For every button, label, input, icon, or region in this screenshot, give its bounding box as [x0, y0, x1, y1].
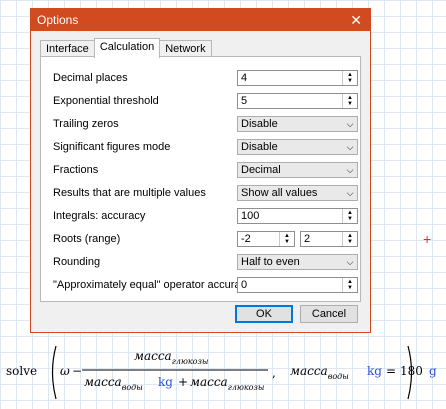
trailing-zeros-select[interactable]: Disable ⌵ [237, 116, 358, 132]
chevron-down-icon[interactable]: ⌵ [343, 188, 357, 199]
setting-row-integrals-accuracy: Integrals: accuracy 100 ▲ ▼ [53, 207, 360, 225]
setting-label: Exponential threshold [53, 95, 159, 107]
spin-arrows-icon[interactable]: ▲ ▼ [342, 209, 357, 223]
roots-max-spinner[interactable]: 2 ▲ ▼ [300, 231, 358, 247]
spin-arrows-icon[interactable]: ▲ ▼ [342, 232, 357, 246]
dialog-title: Options [37, 13, 79, 27]
setting-row-trailing-zeros: Trailing zeros Disable ⌵ [53, 115, 360, 133]
select-value[interactable]: Disable [238, 118, 343, 130]
denominator-var1: масса [84, 375, 122, 389]
setting-label: Rounding [53, 256, 101, 268]
decimal-places-spinner[interactable]: 4 ▲ ▼ [237, 70, 358, 86]
numerator-sub: глюкозы [171, 357, 209, 366]
denominator-term2: массаглюкозы [190, 375, 265, 392]
setting-label: Significant figures mode [53, 141, 171, 153]
numerator-var: масса [134, 349, 172, 363]
select-value[interactable]: Half to even [238, 256, 343, 268]
roots-min-spinner[interactable]: -2 ▲ ▼ [237, 231, 295, 247]
spin-arrows-icon[interactable]: ▲ ▼ [342, 71, 357, 85]
ok-button[interactable]: OK [235, 305, 293, 323]
crosshair-cursor-icon: + [423, 231, 432, 247]
omega-symbol: ω [60, 364, 70, 378]
setting-label: Integrals: accuracy [53, 210, 146, 222]
multiple-values-select[interactable]: Show all values ⌵ [237, 185, 358, 201]
solve-function: solve [6, 364, 38, 378]
setting-row-approx-equal-accuracy: "Approximately equal" operator accuracy … [53, 276, 360, 294]
cancel-button[interactable]: Cancel [300, 305, 358, 323]
close-icon[interactable]: ✕ [350, 12, 362, 29]
tab-network[interactable]: Network [159, 40, 212, 57]
spin-arrows-icon[interactable]: ▲ ▼ [342, 278, 357, 292]
approx-equal-accuracy-spinner[interactable]: 0 ▲ ▼ [237, 277, 358, 293]
setting-label: Fractions [53, 164, 99, 176]
solve-sub: воды [327, 372, 349, 381]
spinner-value[interactable]: 0 [238, 279, 342, 291]
denominator-sub1: воды [121, 383, 143, 392]
solve-variable: массаводы [290, 364, 349, 381]
chevron-down-icon[interactable]: ⌵ [343, 119, 357, 130]
options-dialog: Options ✕ Interface Calculation Network … [30, 8, 371, 333]
comma: , [272, 366, 276, 380]
setting-row-exponential-threshold: Exponential threshold 5 ▲ ▼ [53, 92, 360, 110]
spinner-value[interactable]: 2 [301, 233, 342, 245]
equals-sign: = [386, 364, 397, 378]
solve-formula[interactable]: solve ω − массаглюкозы массаводы kg + ма… [0, 337, 446, 409]
spinner-value[interactable]: 5 [238, 95, 342, 107]
setting-row-decimal-places: Decimal places 4 ▲ ▼ [53, 69, 360, 87]
setting-row-fractions: Fractions Decimal ⌵ [53, 161, 360, 179]
exponential-threshold-spinner[interactable]: 5 ▲ ▼ [237, 93, 358, 109]
numerator: массаглюкозы [134, 349, 209, 366]
select-value[interactable]: Decimal [238, 164, 343, 176]
unit-kg-1: kg [158, 375, 173, 389]
rounding-select[interactable]: Half to even ⌵ [237, 254, 358, 270]
calculation-panel: Decimal places 4 ▲ ▼ Exponential threshol… [40, 56, 361, 302]
denominator-sub2: глюкозы [227, 383, 265, 392]
setting-row-roots-range: Roots (range) -2 ▲ ▼ 2 ▲ ▼ [53, 230, 360, 248]
setting-label: Decimal places [53, 72, 128, 84]
denominator-term1: массаводы [84, 375, 143, 392]
select-value[interactable]: Show all values [238, 187, 343, 199]
minus-sign: − [72, 364, 83, 378]
setting-row-multiple-values: Results that are multiple values Show al… [53, 184, 360, 202]
select-value[interactable]: Disable [238, 141, 343, 153]
tab-interface[interactable]: Interface [40, 40, 95, 57]
tab-bar: Interface Calculation Network [40, 38, 212, 58]
denominator-var2: масса [190, 375, 228, 389]
spinner-value[interactable]: 4 [238, 72, 342, 84]
integrals-accuracy-spinner[interactable]: 100 ▲ ▼ [237, 208, 358, 224]
setting-label: Trailing zeros [53, 118, 119, 130]
chevron-down-icon[interactable]: ⌵ [343, 165, 357, 176]
spinner-value[interactable]: -2 [238, 233, 279, 245]
setting-label: Results that are multiple values [53, 187, 206, 199]
dialog-titlebar: Options ✕ [31, 9, 370, 31]
result-value: 180 [400, 364, 423, 378]
spin-arrows-icon[interactable]: ▲ ▼ [342, 94, 357, 108]
spin-arrows-icon[interactable]: ▲ ▼ [279, 232, 294, 246]
chevron-down-icon[interactable]: ⌵ [343, 257, 357, 268]
plus-sign: + [178, 375, 189, 389]
setting-label: "Approximately equal" operator accuracy [53, 279, 252, 291]
setting-row-rounding: Rounding Half to even ⌵ [53, 253, 360, 271]
setting-row-significant-figures: Significant figures mode Disable ⌵ [53, 138, 360, 156]
spinner-value[interactable]: 100 [238, 210, 342, 222]
solve-var: масса [290, 364, 328, 378]
setting-label: Roots (range) [53, 233, 121, 245]
chevron-down-icon[interactable]: ⌵ [343, 142, 357, 153]
result-unit: g [429, 364, 437, 378]
fractions-select[interactable]: Decimal ⌵ [237, 162, 358, 178]
tab-calculation[interactable]: Calculation [93, 38, 161, 58]
significant-figures-select[interactable]: Disable ⌵ [237, 139, 358, 155]
unit-kg-2: kg [367, 364, 382, 378]
